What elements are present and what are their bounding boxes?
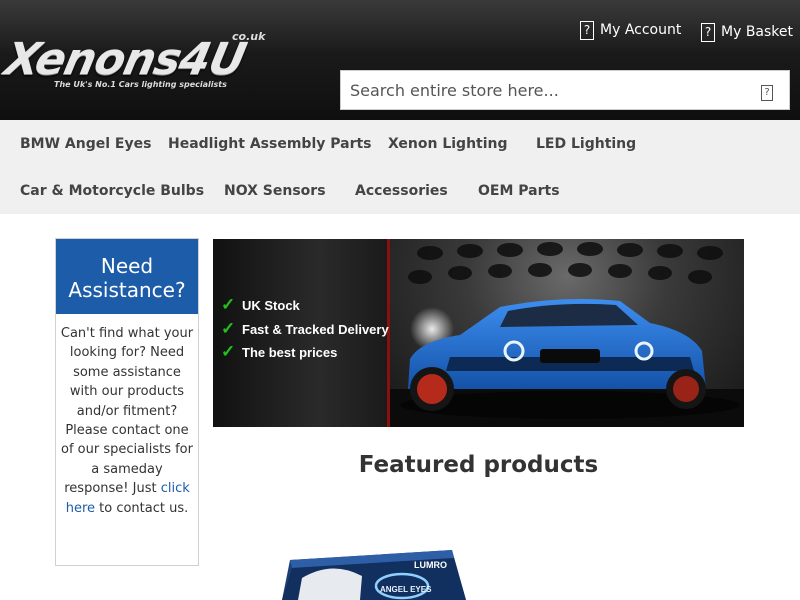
- site-header: Xenons4U co.uk The Uk's No.1 Cars lighti…: [0, 0, 800, 120]
- featured-products-heading: Featured products: [358, 452, 599, 478]
- product-card[interactable]: LUMRO ANGEL EYES: [252, 500, 492, 600]
- product-brand: LUMRO: [414, 560, 447, 570]
- feature-fast-delivery: ✓ Fast & Tracked Delivery: [221, 319, 389, 339]
- assistance-title-line2: Assistance?: [68, 278, 186, 302]
- assistance-text-main: Can't find what your looking for? Need s…: [60, 326, 194, 497]
- assistance-text: Can't find what your looking for? Need s…: [56, 314, 198, 518]
- logo-domain: co.uk: [232, 30, 266, 43]
- feature-uk-stock: ✓ UK Stock: [221, 295, 300, 315]
- nav-item-oem-parts[interactable]: OEM Parts: [478, 183, 560, 199]
- basket-icon: ?: [701, 22, 715, 42]
- account-icon: ?: [580, 20, 594, 40]
- search-input[interactable]: [341, 71, 741, 109]
- logo-wordmark: Xenons4U: [0, 34, 250, 85]
- nav-item-nox-sensors[interactable]: NOX Sensors: [224, 183, 326, 199]
- feature-best-prices: ✓ The best prices: [221, 342, 337, 362]
- my-basket-label: My Basket: [721, 24, 794, 40]
- my-account-link[interactable]: ? My Account: [580, 18, 681, 42]
- main-nav: BMW Angel Eyes Headlight Assembly Parts …: [0, 120, 800, 214]
- bmw-car-illustration: [390, 242, 744, 427]
- angel-eyes-kit-image: LUMRO ANGEL EYES: [282, 550, 466, 600]
- nav-item-headlight-assembly-parts[interactable]: Headlight Assembly Parts: [168, 136, 372, 152]
- nav-item-accessories[interactable]: Accessories: [355, 183, 448, 199]
- assistance-heading: Need Assistance?: [56, 239, 198, 314]
- nav-item-xenon-lighting[interactable]: Xenon Lighting: [388, 136, 508, 152]
- nav-item-car-motorcycle-bulbs[interactable]: Car & Motorcycle Bulbs: [20, 183, 204, 199]
- my-basket-link[interactable]: ? My Basket: [701, 20, 793, 44]
- my-account-label: My Account: [600, 22, 682, 38]
- product-label: ANGEL EYES: [380, 585, 432, 594]
- search-box: ?: [340, 70, 790, 110]
- check-icon: ✓: [221, 319, 236, 338]
- check-icon: ✓: [221, 342, 236, 361]
- feature-label: Fast & Tracked Delivery: [242, 321, 389, 337]
- nav-item-led-lighting[interactable]: LED Lighting: [536, 136, 636, 152]
- feature-label: UK Stock: [242, 297, 300, 313]
- feature-label: The best prices: [242, 344, 338, 360]
- promo-banner[interactable]: ✓ UK Stock ✓ Fast & Tracked Delivery ✓ T…: [213, 239, 744, 427]
- need-assistance-box: Need Assistance? Can't find what your lo…: [55, 238, 199, 566]
- logo-tagline: The Uk's No.1 Cars lighting specialists: [54, 80, 227, 89]
- check-icon: ✓: [221, 295, 236, 314]
- site-logo[interactable]: Xenons4U co.uk The Uk's No.1 Cars lighti…: [1, 30, 296, 94]
- search-icon[interactable]: ?: [761, 85, 773, 101]
- nav-item-bmw-angel-eyes[interactable]: BMW Angel Eyes: [20, 136, 151, 152]
- assistance-title-line1: Need: [100, 254, 154, 278]
- assistance-text-end: to contact us.: [95, 500, 189, 516]
- banner-car-image: [390, 239, 744, 427]
